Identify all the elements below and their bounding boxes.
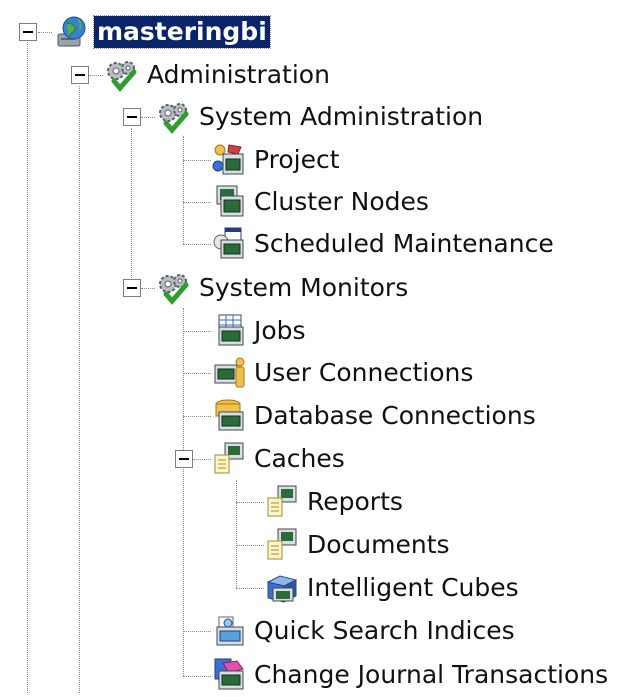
caches-icon [211,441,247,477]
tree-node-label: Database Connections [254,401,536,430]
tree-node-documents[interactable]: Documents [264,525,453,565]
gears-check-icon [156,270,192,306]
tree-node-intelligent-cubes[interactable]: Intelligent Cubes [264,568,522,608]
tree-node-label: Documents [307,530,450,559]
tree-node-user-connections[interactable]: User Connections [211,353,476,393]
tree-node-change-journal-transactions[interactable]: Change Journal Transactions [211,655,611,695]
tree-node-administration[interactable]: Administration [104,55,333,95]
tree-node-system-administration[interactable]: System Administration [156,97,486,137]
tree-node-label: System Monitors [199,273,409,302]
collapse-toggle-system-monitors[interactable] [123,279,141,297]
quick-search-icon [211,613,247,649]
tree-node-database-connections[interactable]: Database Connections [211,396,539,436]
tree-node-label: Jobs [254,316,306,345]
tree-node-label: Intelligent Cubes [307,573,519,602]
intelligent-cubes-icon [264,570,300,606]
project-icon [211,142,247,178]
tree-node-label: System Administration [199,102,484,131]
tree-node-project[interactable]: Project [211,140,343,180]
tree-node-label: Change Journal Transactions [254,660,609,689]
user-connections-icon [211,355,247,391]
collapse-toggle-system-administration[interactable] [123,108,141,126]
tree-node-label: Scheduled Maintenance [254,229,554,258]
tree-node-label: Project [254,145,340,174]
documents-cache-icon [264,527,300,563]
change-journal-icon [211,657,247,693]
collapse-toggle-administration[interactable] [71,66,89,84]
reports-cache-icon [264,484,300,520]
database-connections-icon [211,398,247,434]
tree-node-label: Caches [254,444,345,473]
tree-node-label: User Connections [254,358,474,387]
tree-node-masteringbi[interactable]: masteringbi [54,12,271,52]
tree-node-label: Quick Search Indices [254,616,515,645]
scheduled-maintenance-icon [211,226,247,262]
cluster-nodes-icon [211,184,247,220]
tree-node-reports[interactable]: Reports [264,482,406,522]
tree-node-label: masteringbi [93,15,271,49]
jobs-icon [211,313,247,349]
collapse-toggle-caches[interactable] [175,450,193,468]
tree-node-label: Administration [147,60,330,89]
tree-node-system-monitors[interactable]: System Monitors [156,268,411,308]
tree-node-jobs[interactable]: Jobs [211,311,309,351]
server-globe-icon [54,14,90,50]
object-tree: masteringbi Administration System Admini… [0,0,641,693]
gears-check-icon [104,57,140,93]
tree-node-caches[interactable]: Caches [211,439,348,479]
tree-node-label: Cluster Nodes [254,187,429,216]
tree-node-label: Reports [307,487,403,516]
tree-node-scheduled-maintenance[interactable]: Scheduled Maintenance [211,224,557,264]
collapse-toggle-masteringbi[interactable] [19,23,37,41]
gears-check-icon [156,99,192,135]
tree-node-cluster-nodes[interactable]: Cluster Nodes [211,182,432,222]
tree-node-quick-search-indices[interactable]: Quick Search Indices [211,611,518,651]
